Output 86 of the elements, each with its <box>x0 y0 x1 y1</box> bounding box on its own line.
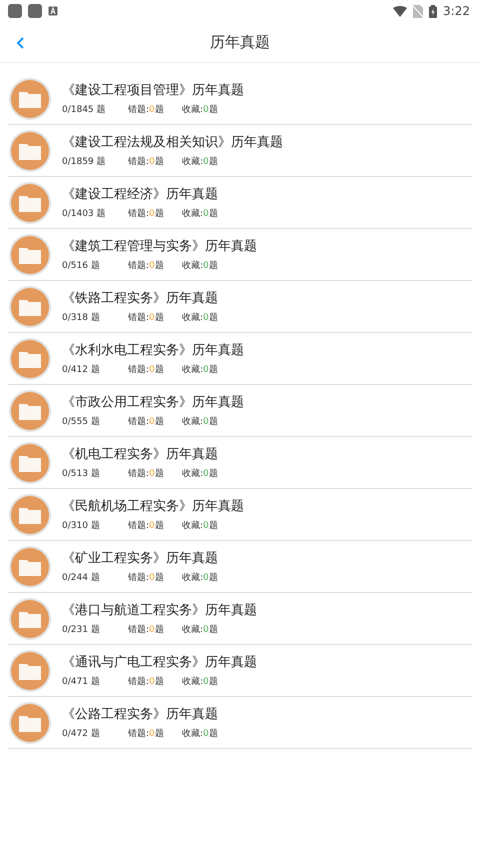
exam-list-item[interactable]: 《水利水电工程实务》历年真题 0/412 题 错题:0题 收藏:0题 <box>8 333 472 385</box>
wrong-count: 错题:0题 <box>128 728 165 740</box>
page-title: 历年真题 <box>210 32 270 52</box>
wrong-count: 错题:0题 <box>128 416 165 428</box>
no-sim-icon <box>413 4 424 18</box>
exam-title: 《水利水电工程实务》历年真题 <box>62 342 244 359</box>
progress-count: 0/244 题 <box>62 572 101 584</box>
progress-count: 0/412 题 <box>62 364 101 376</box>
exam-list-item[interactable]: 《市政公用工程实务》历年真题 0/555 题 错题:0题 收藏:0题 <box>8 385 472 437</box>
progress-count: 0/1859 题 <box>62 156 107 168</box>
battery-icon <box>429 4 438 18</box>
exam-list-item[interactable]: 《通讯与广电工程实务》历年真题 0/471 题 错题:0题 收藏:0题 <box>8 645 472 697</box>
wrong-count: 错题:0题 <box>128 104 165 116</box>
progress-count: 0/231 题 <box>62 624 101 636</box>
folder-icon <box>8 128 52 172</box>
favorite-count: 收藏:0题 <box>182 312 219 324</box>
progress-count: 0/555 题 <box>62 416 101 428</box>
favorite-count: 收藏:0题 <box>182 156 219 168</box>
exam-title: 《建设工程项目管理》历年真题 <box>62 82 244 99</box>
exam-title: 《公路工程实务》历年真题 <box>62 706 219 723</box>
favorite-count: 收藏:0题 <box>182 676 219 688</box>
exam-list-item[interactable]: 《民航机场工程实务》历年真题 0/310 题 错题:0题 收藏:0题 <box>8 489 472 541</box>
wrong-count: 错题:0题 <box>128 676 165 688</box>
wrong-count: 错题:0题 <box>128 208 165 220</box>
favorite-count: 收藏:0题 <box>182 104 219 116</box>
exam-title: 《矿业工程实务》历年真题 <box>62 550 219 567</box>
favorite-count: 收藏:0题 <box>182 260 219 272</box>
notification-icon <box>48 6 58 16</box>
wrong-count: 错题:0题 <box>128 468 165 480</box>
folder-icon <box>8 648 52 692</box>
folder-icon <box>8 232 52 276</box>
favorite-count: 收藏:0题 <box>182 208 219 220</box>
exam-title: 《机电工程实务》历年真题 <box>62 446 219 463</box>
notification-icon <box>8 4 22 18</box>
exam-list-item[interactable]: 《建设工程法规及相关知识》历年真题 0/1859 题 错题:0题 收藏:0题 <box>8 125 472 177</box>
folder-icon <box>8 492 52 536</box>
progress-count: 0/513 题 <box>62 468 101 480</box>
progress-count: 0/472 题 <box>62 728 101 740</box>
exam-title: 《建设工程经济》历年真题 <box>62 186 219 203</box>
exam-title: 《铁路工程实务》历年真题 <box>62 290 219 307</box>
folder-icon <box>8 284 52 328</box>
wrong-count: 错题:0题 <box>128 364 165 376</box>
clock-time: 3:22 <box>443 4 470 18</box>
exam-title: 《建设工程法规及相关知识》历年真题 <box>62 134 283 151</box>
folder-icon <box>8 440 52 484</box>
favorite-count: 收藏:0题 <box>182 728 219 740</box>
folder-icon <box>8 388 52 432</box>
exam-list-item[interactable]: 《公路工程实务》历年真题 0/472 题 错题:0题 收藏:0题 <box>8 697 472 749</box>
folder-icon <box>8 180 52 224</box>
exam-title: 《民航机场工程实务》历年真题 <box>62 498 244 515</box>
progress-count: 0/516 题 <box>62 260 101 272</box>
favorite-count: 收藏:0题 <box>182 468 219 480</box>
wrong-count: 错题:0题 <box>128 520 165 532</box>
wrong-count: 错题:0题 <box>128 312 165 324</box>
exam-list-item[interactable]: 《建设工程经济》历年真题 0/1403 题 错题:0题 收藏:0题 <box>8 177 472 229</box>
wifi-icon <box>393 6 408 16</box>
exam-list-item[interactable]: 《港口与航道工程实务》历年真题 0/231 题 错题:0题 收藏:0题 <box>8 593 472 645</box>
folder-icon <box>8 700 52 744</box>
exam-list-item[interactable]: 《矿业工程实务》历年真题 0/244 题 错题:0题 收藏:0题 <box>8 541 472 593</box>
exam-title: 《港口与航道工程实务》历年真题 <box>62 602 257 619</box>
exam-title: 《建筑工程管理与实务》历年真题 <box>62 238 257 255</box>
favorite-count: 收藏:0题 <box>182 364 219 376</box>
progress-count: 0/318 题 <box>62 312 101 324</box>
exam-list-item[interactable]: 《机电工程实务》历年真题 0/513 题 错题:0题 收藏:0题 <box>8 437 472 489</box>
wrong-count: 错题:0题 <box>128 572 165 584</box>
folder-icon <box>8 544 52 588</box>
exam-list-item[interactable]: 《铁路工程实务》历年真题 0/318 题 错题:0题 收藏:0题 <box>8 281 472 333</box>
progress-count: 0/1403 题 <box>62 208 107 220</box>
wrong-count: 错题:0题 <box>128 260 165 272</box>
favorite-count: 收藏:0题 <box>182 572 219 584</box>
exam-title: 《市政公用工程实务》历年真题 <box>62 394 244 411</box>
folder-icon <box>8 596 52 640</box>
progress-count: 0/471 题 <box>62 676 101 688</box>
favorite-count: 收藏:0题 <box>182 416 219 428</box>
progress-count: 0/310 题 <box>62 520 101 532</box>
folder-icon <box>8 76 52 120</box>
exam-title: 《通讯与广电工程实务》历年真题 <box>62 654 257 671</box>
notification-icon <box>28 4 42 18</box>
wrong-count: 错题:0题 <box>128 624 165 636</box>
exam-list-item[interactable]: 《建筑工程管理与实务》历年真题 0/516 题 错题:0题 收藏:0题 <box>8 229 472 281</box>
folder-icon <box>8 336 52 380</box>
exam-list-item[interactable]: 《建设工程项目管理》历年真题 0/1845 题 错题:0题 收藏:0题 <box>8 73 472 125</box>
wrong-count: 错题:0题 <box>128 156 165 168</box>
favorite-count: 收藏:0题 <box>182 520 219 532</box>
favorite-count: 收藏:0题 <box>182 624 219 636</box>
progress-count: 0/1845 题 <box>62 104 107 116</box>
